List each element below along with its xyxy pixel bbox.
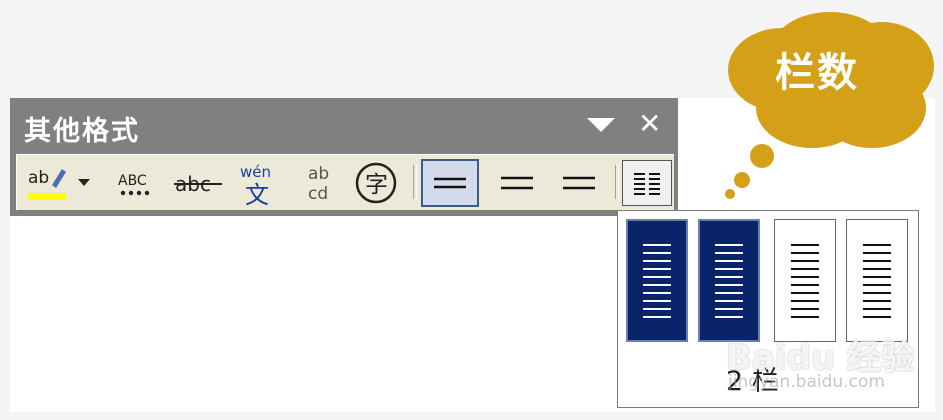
horizontal-in-vertical-button[interactable] [421, 159, 479, 207]
highlight-dropdown[interactable] [73, 161, 95, 205]
enclose-characters-icon: 字 [355, 162, 397, 204]
strikethrough-icon: abc [174, 172, 222, 196]
column-option-4[interactable] [845, 218, 909, 343]
spell-check-button[interactable]: ABC [113, 161, 163, 205]
callout-text: 栏数 [775, 50, 859, 96]
fit-text-button[interactable] [551, 161, 607, 205]
chevron-down-icon [78, 179, 90, 186]
columns-button[interactable] [622, 160, 672, 206]
toolbar-options-icon[interactable] [587, 118, 615, 132]
column-option-3[interactable] [773, 218, 837, 343]
phonetic-char: 文 [245, 181, 269, 205]
combine-characters-icon: ab cd [308, 164, 329, 204]
toolbar-separator [615, 165, 619, 199]
columns-icon [634, 173, 660, 195]
column-option-1[interactable] [626, 219, 688, 342]
highlight-icon: ab [28, 168, 66, 200]
two-lines-in-one-button[interactable] [489, 161, 545, 205]
toolbar-titlebar[interactable]: 其他格式 ✕ [10, 98, 678, 156]
phonetic-pinyin: wén [240, 163, 271, 181]
spell-check-icon: ABC [118, 173, 150, 196]
toolbar-buttons-row: ab ABC abc wén 文 ab cd 字 [16, 154, 674, 210]
fit-text-icon [563, 176, 595, 190]
callout-bubbles [725, 144, 774, 199]
two-lines-icon [501, 176, 533, 190]
phonetic-guide-icon: wén 文 [240, 163, 271, 205]
combine-bottom: cd [308, 184, 328, 204]
phonetic-guide-button[interactable]: wén 文 [235, 161, 287, 205]
enclose-label: 字 [365, 172, 388, 198]
baidu-watermark-url: jingyan.baidu.com [728, 372, 885, 392]
combine-characters-button[interactable]: ab cd [299, 161, 341, 205]
strikethrough-button[interactable]: abc [171, 161, 225, 205]
toolbar-separator [413, 165, 417, 199]
close-icon[interactable]: ✕ [638, 110, 661, 138]
highlight-button[interactable]: ab [25, 161, 69, 205]
enclose-characters-button[interactable]: 字 [351, 161, 401, 205]
spell-check-label: ABC [118, 173, 147, 189]
column-option-2[interactable] [698, 219, 760, 342]
highlight-label: ab [28, 168, 49, 188]
combine-top: ab [308, 164, 329, 184]
other-formats-toolbar: 其他格式 ✕ ab ABC abc wén 文 ab cd 字 [10, 98, 678, 216]
horizontal-line-icon [434, 177, 466, 189]
toolbar-title: 其他格式 [24, 116, 140, 147]
